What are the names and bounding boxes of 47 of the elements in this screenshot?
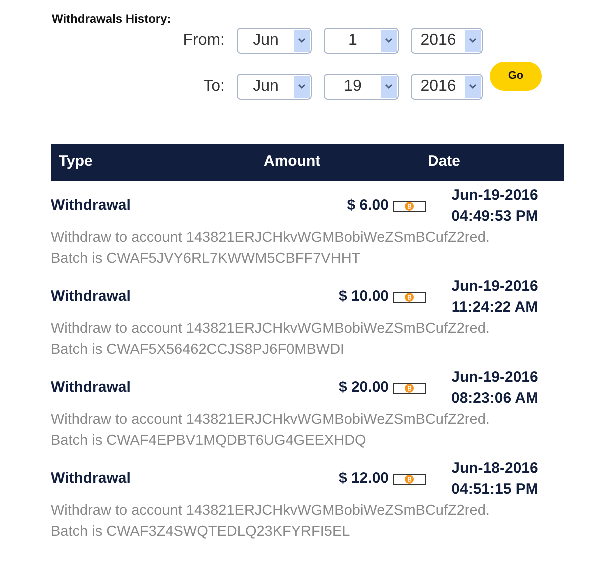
caret-icon <box>465 30 481 52</box>
type-cell-text: Withdrawal <box>51 378 132 398</box>
date-cell-text: Jun-18-2016 <box>452 459 538 479</box>
description-text: Withdraw to account 143821ERJCHkvWGMBobiWeZSmBCufZ2red. <box>51 411 490 430</box>
time-cell-text: 04:49:53 PM <box>452 207 538 227</box>
select-field[interactable]: 2016 <box>411 74 483 100</box>
go-button[interactable]: Go <box>490 62 542 91</box>
section-title: Withdrawals History: <box>52 11 172 28</box>
description-text: Withdraw to account 143821ERJCHkvWGMBobiWeZSmBCufZ2red. <box>51 229 490 248</box>
column-header: Type <box>58 152 94 172</box>
batch-text: Batch is CWAF3Z4SWQTEDLQ23KFYRFI5EL <box>51 523 350 542</box>
caret-icon <box>381 30 397 52</box>
caret-icon <box>294 76 310 98</box>
caret-icon <box>381 76 397 98</box>
select-field[interactable]: 2016 <box>411 28 483 54</box>
amount-cell-text: $ 10.00 <box>338 286 389 307</box>
coin-icon <box>393 382 426 394</box>
caret-icon <box>294 30 310 52</box>
time-cell-text: 08:23:06 AM <box>452 389 538 409</box>
batch-text: Batch is CWAF5X56462CCJS8PJ6F0MBWDI <box>51 341 345 360</box>
type-cell-text: Withdrawal <box>51 196 132 216</box>
type-cell-text: Withdrawal <box>51 286 132 307</box>
date-cell-text: Jun-19-2016 <box>452 277 538 297</box>
coin-icon <box>393 474 426 484</box>
batch-text: Batch is CWAF5JVY6RL7KWWM5CBFF7VHHT <box>51 250 361 269</box>
date-cell-text: Jun-19-2016 <box>452 186 538 206</box>
batch-text: Batch is CWAF4EPBV1MQDBT6UG4GEEXHDQ <box>51 432 366 451</box>
filter-label: To: <box>202 77 225 97</box>
column-header: Date <box>428 152 461 172</box>
caret-icon <box>465 76 481 98</box>
column-header: Amount <box>264 152 322 172</box>
description-text: Withdraw to account 143821ERJCHkvWGMBobiWeZSmBCufZ2red. <box>51 502 490 521</box>
select-field[interactable]: 19 <box>324 74 399 100</box>
select-field[interactable]: 1 <box>324 28 399 54</box>
amount-cell-text: $ 12.00 <box>338 468 389 489</box>
filter-label: From: <box>182 31 225 51</box>
date-cell-text: Jun-19-2016 <box>452 368 538 388</box>
time-cell-text: 04:51:15 PM <box>452 480 538 500</box>
description-text: Withdraw to account 143821ERJCHkvWGMBobiWeZSmBCufZ2red. <box>51 320 490 339</box>
select-field[interactable]: Jun <box>237 74 312 100</box>
amount-cell-text: $ 20.00 <box>338 378 389 398</box>
coin-icon <box>393 200 426 212</box>
coin-icon <box>393 292 426 302</box>
select-field[interactable]: Jun <box>237 28 312 54</box>
amount-cell-text: $ 6.00 <box>347 196 389 216</box>
type-cell-text: Withdrawal <box>51 468 132 489</box>
time-cell-text: 11:24:22 AM <box>452 298 538 318</box>
